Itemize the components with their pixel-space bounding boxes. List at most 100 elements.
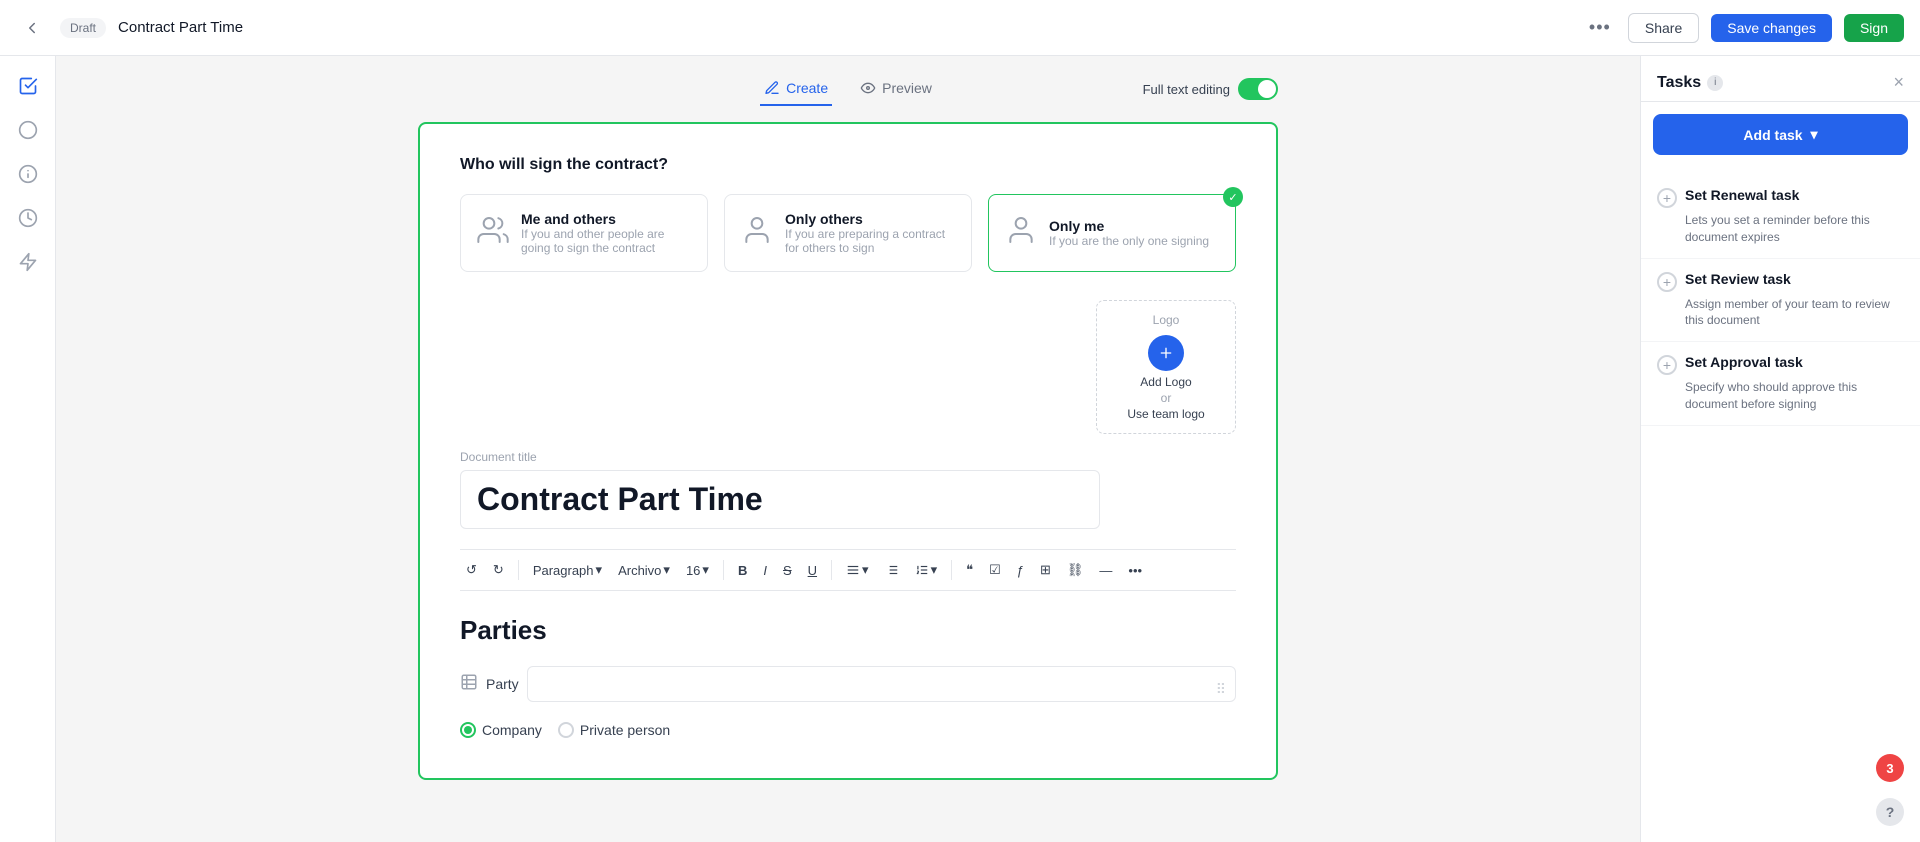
radio-company[interactable]: Company <box>460 722 542 738</box>
radio-private[interactable]: Private person <box>558 722 670 738</box>
panel-info-icon[interactable]: i <box>1707 75 1723 91</box>
doc-title-input[interactable] <box>460 470 1100 529</box>
help-button[interactable]: ? <box>1876 798 1904 826</box>
toolbar-divider-3 <box>831 560 832 580</box>
list-button[interactable] <box>879 559 905 581</box>
task-approval-title: Set Approval task <box>1685 354 1803 370</box>
sign-option-title-only-others: Only others <box>785 211 955 227</box>
add-task-button[interactable]: Add task ▾ <box>1653 114 1908 155</box>
task-renewal-title: Set Renewal task <box>1685 187 1799 203</box>
align-dropdown[interactable]: ▾ <box>840 558 875 582</box>
topbar: Draft Contract Part Time ••• Share Save … <box>0 0 1920 56</box>
task-item-renewal: + Set Renewal task Lets you set a remind… <box>1641 175 1920 259</box>
task-item-header-approval: + Set Approval task <box>1657 354 1904 375</box>
underline-button[interactable]: U <box>802 559 823 582</box>
document-title-header: Contract Part Time <box>118 19 243 36</box>
sign-option-desc-only-me: If you are the only one signing <box>1049 234 1209 248</box>
sign-options: Me and others If you and other people ar… <box>460 194 1236 272</box>
formula-button[interactable]: ƒ <box>1011 559 1030 582</box>
editor-toolbar: ↺ ↻ Paragraph ▾ Archivo ▾ 16 ▾ B I S U <box>460 549 1236 591</box>
quote-button[interactable]: ❝ <box>960 558 979 582</box>
task-add-icon-renewal[interactable]: + <box>1657 188 1677 208</box>
redo-button[interactable]: ↻ <box>487 558 510 582</box>
divider-button[interactable]: — <box>1093 559 1118 582</box>
panel-title: Tasks <box>1657 74 1701 92</box>
sidebar-icon-lightning[interactable] <box>10 244 46 280</box>
link-button[interactable]: ⛓ <box>1061 558 1090 582</box>
undo-button[interactable]: ↺ <box>460 558 483 582</box>
table-button[interactable]: ⊞ <box>1034 558 1057 582</box>
toolbar-divider-2 <box>723 560 724 580</box>
more-options-button[interactable]: ••• <box>1584 12 1616 44</box>
parties-section: ⠿ Parties Party <box>460 615 1236 746</box>
font-dropdown[interactable]: Archivo ▾ <box>612 558 676 582</box>
sign-option-me-and-others[interactable]: Me and others If you and other people ar… <box>460 194 708 272</box>
tab-create[interactable]: Create <box>760 72 832 106</box>
sidebar-icon-clock[interactable] <box>10 200 46 236</box>
ordered-list-button[interactable]: ▾ <box>909 558 944 582</box>
task-item-header-renewal: + Set Renewal task <box>1657 187 1904 208</box>
task-item-review: + Set Review task Assign member of your … <box>1641 259 1920 343</box>
logo-placeholder: Logo <box>1121 313 1211 327</box>
task-item-header-review: + Set Review task <box>1657 271 1904 292</box>
task-list: + Set Renewal task Lets you set a remind… <box>1641 167 1920 842</box>
party-label: Party <box>486 676 519 692</box>
sign-option-icon-me-others <box>477 214 509 253</box>
sign-option-desc-me-others: If you and other people are going to sig… <box>521 227 691 255</box>
italic-button[interactable]: I <box>757 559 773 582</box>
full-text-toggle[interactable] <box>1238 78 1278 100</box>
paragraph-dropdown[interactable]: Paragraph ▾ <box>527 558 608 582</box>
save-changes-button[interactable]: Save changes <box>1711 14 1832 42</box>
radio-private-circle <box>558 722 574 738</box>
task-item-approval: + Set Approval task Specify who should a… <box>1641 342 1920 426</box>
panel-close-button[interactable]: × <box>1893 72 1904 93</box>
sign-button[interactable]: Sign <box>1844 14 1904 42</box>
task-approval-desc: Specify who should approve this document… <box>1657 379 1904 413</box>
notification-badge[interactable]: 3 <box>1876 754 1904 782</box>
share-button[interactable]: Share <box>1628 13 1699 43</box>
task-add-icon-approval[interactable]: + <box>1657 355 1677 375</box>
party-icon <box>460 673 478 696</box>
size-dropdown[interactable]: 16 ▾ <box>680 558 715 582</box>
strikethrough-button[interactable]: S <box>777 559 798 582</box>
sign-option-icon-only-me <box>1005 214 1037 253</box>
toolbar-divider-1 <box>518 560 519 580</box>
party-input-area[interactable] <box>527 666 1236 702</box>
document-card: Who will sign the contract? Me and other… <box>418 122 1278 780</box>
panel-title-row: Tasks i <box>1657 74 1723 92</box>
drag-handle[interactable]: ⠿ <box>1216 681 1226 698</box>
tab-preview[interactable]: Preview <box>856 72 936 106</box>
left-sidebar <box>0 56 56 842</box>
draft-badge: Draft <box>60 18 106 38</box>
sign-option-title-me-others: Me and others <box>521 211 691 227</box>
sidebar-icon-tasks[interactable] <box>10 68 46 104</box>
bold-button[interactable]: B <box>732 559 753 582</box>
sign-option-desc-only-others: If you are preparing a contract for othe… <box>785 227 955 255</box>
main-layout: Create Preview Full text editing Who wil… <box>0 56 1920 842</box>
task-add-icon-review[interactable]: + <box>1657 272 1677 292</box>
back-button[interactable] <box>16 12 48 44</box>
full-text-toggle-area: Full text editing <box>1143 78 1278 100</box>
content-area: Create Preview Full text editing Who wil… <box>56 56 1640 842</box>
checkbox-button[interactable]: ☑ <box>983 558 1007 582</box>
sidebar-icon-circle[interactable] <box>10 112 46 148</box>
radio-group: Company Private person <box>460 714 1236 746</box>
sign-option-only-me[interactable]: ✓ Only me If you are the only one signin… <box>988 194 1236 272</box>
doc-title-label: Document title <box>460 450 1236 464</box>
sign-option-only-others[interactable]: Only others If you are preparing a contr… <box>724 194 972 272</box>
logo-box: Logo Add Logo or Use team logo <box>1096 300 1236 434</box>
sign-option-title-only-me: Only me <box>1049 218 1209 234</box>
sidebar-icon-info[interactable] <box>10 156 46 192</box>
tabs-bar: Create Preview Full text editing <box>418 72 1278 106</box>
parties-heading: Parties <box>460 615 1236 646</box>
logo-upload-button[interactable] <box>1148 335 1184 371</box>
selected-check-icon: ✓ <box>1223 187 1243 207</box>
logo-area: Logo Add Logo or Use team logo <box>460 300 1236 434</box>
sign-option-icon-only-others <box>741 214 773 253</box>
more-toolbar-button[interactable]: ••• <box>1122 559 1148 582</box>
panel-header: Tasks i × <box>1641 56 1920 102</box>
sign-question: Who will sign the contract? <box>460 156 1236 174</box>
right-panel: Tasks i × Add task ▾ + Set Renewal task … <box>1640 56 1920 842</box>
toolbar-divider-4 <box>951 560 952 580</box>
radio-company-dot <box>464 726 472 734</box>
